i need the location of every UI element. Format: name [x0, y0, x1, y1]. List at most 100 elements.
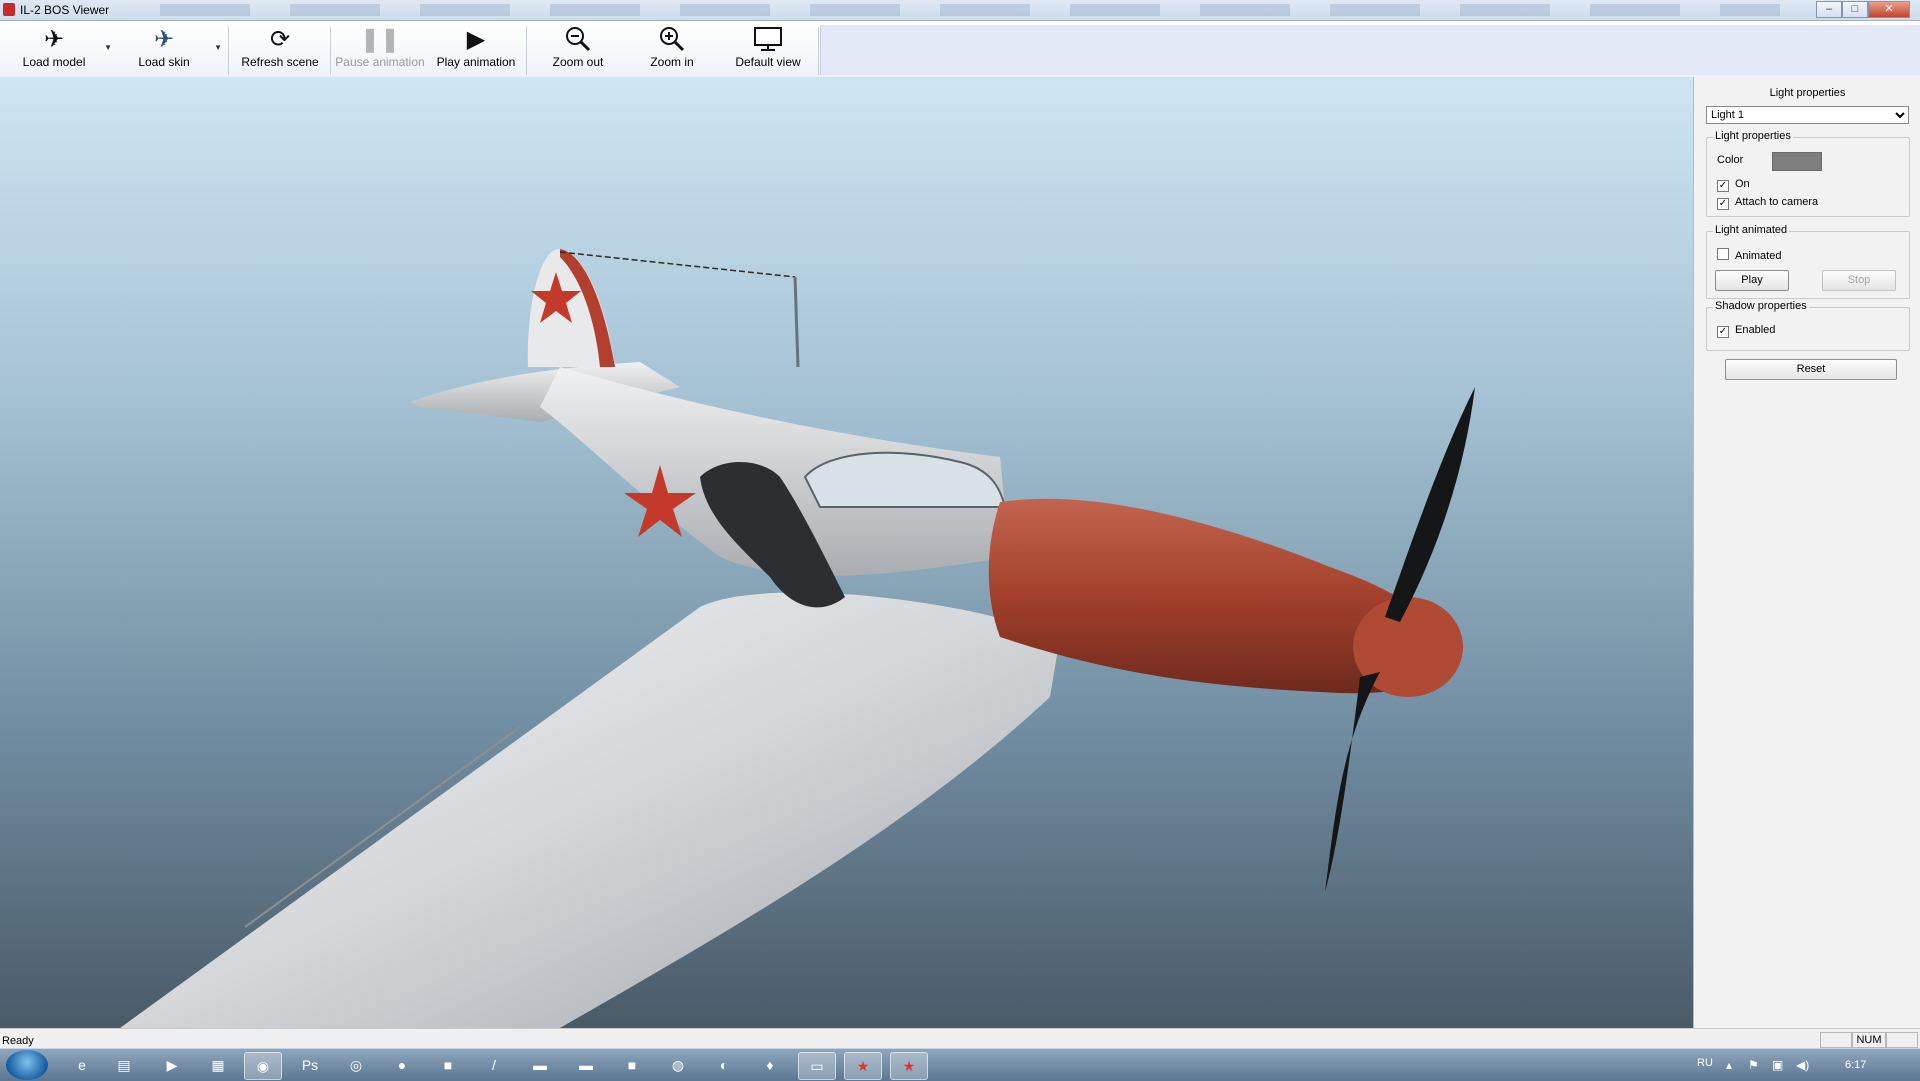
animated-checkbox[interactable] — [1717, 248, 1729, 260]
default-view-label: Default view — [735, 55, 801, 69]
il2-viewer-icon[interactable]: ★ — [890, 1052, 928, 1080]
light-play-button[interactable]: Play — [1715, 270, 1789, 291]
terminal-icon[interactable]: ▭ — [798, 1052, 836, 1080]
language-indicator[interactable]: RU — [1697, 1057, 1713, 1069]
color-label: Color — [1717, 154, 1744, 166]
volume-icon[interactable]: ◀) — [1796, 1058, 1809, 1072]
plane-icon: ✈ — [43, 26, 65, 53]
shield-icon[interactable]: ♦ — [752, 1052, 788, 1078]
minecraft-icon[interactable]: ■ — [430, 1052, 466, 1078]
on-checkbox[interactable]: ✓ — [1717, 180, 1729, 192]
play-animation-button[interactable]: ▶ Play animation — [430, 25, 522, 77]
status-cell-empty — [1820, 1032, 1852, 1048]
propeller-blade-lower — [1325, 672, 1380, 892]
firefox-icon[interactable]: ◉ — [244, 1052, 282, 1080]
plane-skin-icon: ✈ — [153, 26, 175, 53]
default-view-button[interactable]: Default view — [724, 25, 812, 77]
zoom-out-label: Zoom out — [552, 55, 604, 69]
pen-icon[interactable]: / — [476, 1052, 512, 1078]
photoshop-icon[interactable]: Ps — [292, 1052, 328, 1078]
zoom-out-button[interactable]: Zoom out — [538, 25, 618, 77]
light-properties-legend: Light properties — [1713, 130, 1793, 142]
play-icon: ▶ — [466, 26, 486, 53]
app-icon — [3, 3, 15, 16]
light-stop-button[interactable]: Stop — [1822, 270, 1896, 291]
light-select[interactable]: Light 1 — [1706, 106, 1909, 124]
attach-to-camera-row[interactable]: ✓ Attach to camera — [1717, 196, 1818, 210]
load-skin-button[interactable]: ✈ Load skin ▼ — [124, 25, 222, 77]
toolbar-separator — [330, 27, 331, 75]
status-bar: Ready NUM — [0, 1028, 1920, 1049]
media-icon[interactable]: ▶ — [154, 1052, 190, 1078]
load-model-button[interactable]: ✈ Load model ▼ — [14, 25, 112, 77]
toolbar-empty-area — [820, 25, 1920, 75]
light-properties-group: Light properties Color ✓ On ✓ Attach to ca… — [1706, 130, 1910, 217]
shadow-enabled-checkbox[interactable]: ✓ — [1717, 326, 1729, 338]
panel-title: Light properties — [1769, 87, 1846, 99]
maximize-button[interactable]: □ — [1842, 1, 1868, 18]
zoom-in-button[interactable]: Zoom in — [632, 25, 712, 77]
window-title: IL-2 BOS Viewer — [20, 3, 110, 17]
status-text: Ready — [2, 1035, 34, 1047]
globe-icon[interactable]: ◍ — [660, 1052, 696, 1078]
animated-label: Animated — [1735, 250, 1782, 262]
game-icon[interactable]: ▬ — [522, 1052, 558, 1078]
load-model-label: Load model — [22, 55, 86, 69]
action-center-icon[interactable]: ⚑ — [1748, 1058, 1759, 1072]
pause-animation-label: Pause animation — [335, 55, 425, 69]
start-button[interactable] — [6, 1050, 48, 1080]
aircraft-wing — [120, 592, 1060, 1028]
shadow-properties-legend: Shadow properties — [1713, 300, 1809, 312]
explorer-icon[interactable]: ▤ — [106, 1052, 142, 1078]
game2-icon[interactable]: ▬ — [568, 1052, 604, 1078]
color-swatch[interactable] — [1772, 152, 1822, 171]
animated-checkbox-row[interactable]: Animated — [1717, 248, 1781, 262]
load-model-dropdown-arrow[interactable]: ▼ — [104, 43, 112, 52]
propeller-blade-upper — [1385, 387, 1475, 622]
monitor-icon — [724, 25, 812, 55]
status-cell-empty — [1886, 1032, 1918, 1048]
shadow-enabled-label: Enabled — [1735, 324, 1776, 336]
zoom-in-icon — [632, 25, 712, 55]
light-animated-group: Light animated Animated Play Stop — [1706, 224, 1910, 299]
background-taskbar-tabs — [160, 4, 1780, 16]
refresh-scene-button[interactable]: ⟳ Refresh scene — [236, 25, 324, 77]
num-lock-indicator: NUM — [1852, 1032, 1886, 1048]
origin-icon[interactable]: ● — [384, 1052, 420, 1078]
on-label: On — [1735, 178, 1750, 190]
load-skin-dropdown-arrow[interactable]: ▼ — [214, 43, 222, 52]
reset-button[interactable]: Reset — [1725, 359, 1897, 380]
toolbar: ✈ Load model ▼ ✈ Load skin ▼ ⟳ Refresh s… — [0, 21, 1920, 78]
toolbar-separator — [228, 27, 229, 75]
load-skin-label: Load skin — [138, 55, 190, 69]
refresh-scene-label: Refresh scene — [241, 55, 319, 69]
archive-icon[interactable]: ▦ — [200, 1052, 236, 1078]
play-animation-label: Play animation — [436, 55, 516, 69]
il2-icon[interactable]: ★ — [844, 1052, 882, 1080]
minimize-button[interactable]: – — [1816, 1, 1842, 18]
shadow-enabled-row[interactable]: ✓ Enabled — [1717, 324, 1775, 338]
light-animated-legend: Light animated — [1713, 224, 1790, 236]
aircraft-model — [120, 248, 1475, 1028]
ie-icon[interactable]: e — [64, 1052, 100, 1078]
zoom-in-label: Zoom in — [650, 55, 694, 69]
pause-icon: ❚❚ — [359, 26, 401, 53]
clock[interactable]: 6:17 — [1845, 1059, 1866, 1071]
zoom-out-icon — [538, 25, 618, 55]
show-hidden-icons-icon[interactable]: ▴ — [1726, 1058, 1732, 1072]
app-icon[interactable]: ■ — [614, 1052, 650, 1078]
shadow-properties-group: Shadow properties ✓ Enabled — [1706, 300, 1910, 351]
taskbar: e ▤ ▶ ▦ ◉ Ps ◎ ● ■ / ▬ ▬ ■ ◍ ◐ ♦ ▭ ★ ★ R… — [0, 1048, 1920, 1081]
steam-icon[interactable]: ◎ — [338, 1052, 374, 1078]
on-checkbox-row[interactable]: ✓ On — [1717, 178, 1750, 192]
attach-to-camera-label: Attach to camera — [1735, 196, 1819, 208]
attach-to-camera-checkbox[interactable]: ✓ — [1717, 198, 1729, 210]
app2-icon[interactable]: ◐ — [706, 1052, 742, 1078]
close-button[interactable]: ✕ — [1868, 1, 1910, 18]
pause-animation-button[interactable]: ❚❚ Pause animation — [334, 25, 426, 77]
3d-viewport[interactable] — [0, 77, 1693, 1028]
toolbar-separator — [526, 27, 527, 75]
refresh-icon: ⟳ — [269, 26, 291, 53]
network-icon[interactable]: ▣ — [1772, 1058, 1783, 1072]
light-properties-panel: Light properties Light 1 Light propertie… — [1693, 77, 1920, 1028]
